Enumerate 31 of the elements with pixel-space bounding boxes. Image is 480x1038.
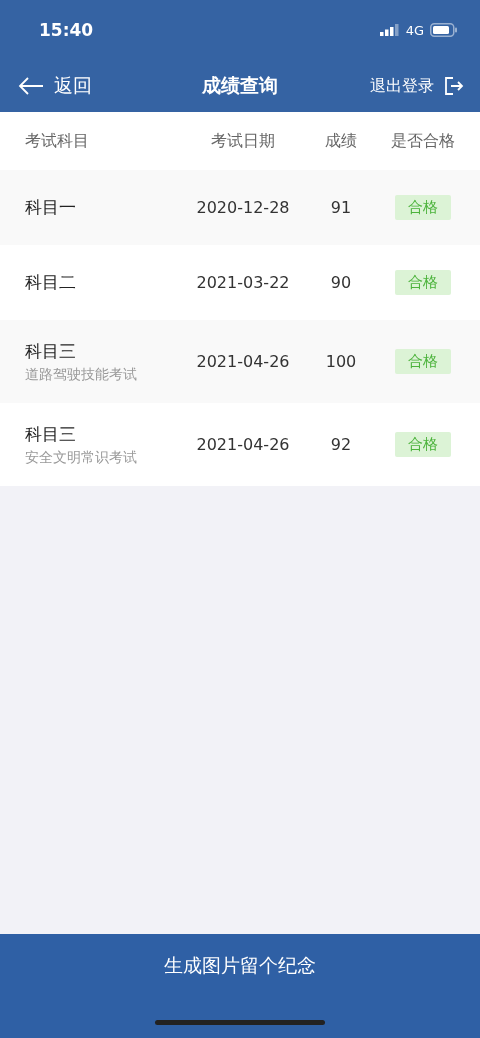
subject-name: 科目三: [25, 339, 77, 363]
exam-date: 2021-04-26: [195, 435, 291, 454]
subject-name: 科目二: [25, 271, 77, 294]
result-badge: 合格: [395, 195, 451, 220]
status-time: 15:40: [39, 20, 94, 40]
score: 92: [329, 435, 353, 454]
column-header: 是否合格: [390, 130, 456, 152]
result-badge: 合格: [395, 349, 451, 374]
network-label: 4G: [405, 22, 424, 38]
result-badge: 合格: [395, 432, 451, 457]
score: 100: [324, 352, 358, 371]
page-title: 成绩查询: [202, 73, 278, 98]
back-button[interactable]: 返回: [18, 73, 92, 99]
score: 91: [329, 198, 353, 217]
column-header: 考试科目: [24, 130, 90, 152]
battery-icon: [430, 23, 458, 37]
column-header: 考试日期: [210, 130, 276, 152]
result-badge: 合格: [395, 270, 451, 295]
subject-note: 道路驾驶技能考试: [25, 365, 138, 384]
subject-name: 科目三: [25, 422, 77, 446]
exam-date: 2020-12-28: [195, 198, 291, 217]
logout-icon: [444, 76, 464, 96]
back-arrow-icon: [18, 77, 44, 95]
subject-name: 科目一: [25, 196, 77, 219]
score: 90: [329, 273, 353, 292]
logout-button[interactable]: 退出登录: [370, 75, 464, 97]
exam-date: 2021-04-26: [195, 352, 291, 371]
subject-note: 安全文明常识考试: [25, 448, 138, 467]
exam-date: 2021-03-22: [195, 273, 291, 292]
signal-icon: [379, 24, 400, 36]
column-header: 成绩: [324, 130, 358, 152]
